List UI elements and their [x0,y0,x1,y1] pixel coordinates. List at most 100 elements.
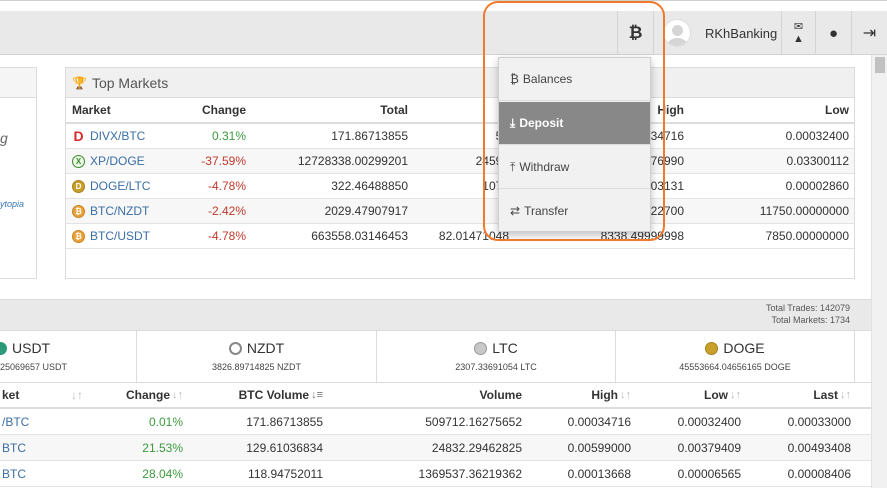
market-cell: ₿ BTC/NZDT [72,199,149,223]
column-header-label: BTC Volume [238,388,310,402]
xp-icon: X [72,154,85,168]
coin-name: NZDT [246,340,285,356]
low-cell: 0.00032400 [785,129,849,143]
change-cell: -4.78% [207,179,246,193]
table-row[interactable]: X XP/DOGE -37.59% 12728338.00299201 24593… [66,149,854,174]
market-link[interactable]: BTC/NZDT [90,204,149,218]
table-row[interactable]: /BTC 0.01% 171.86713855 509712.16275652 … [0,409,871,435]
markets-summary-header: Total Trades: 142079 Total Markets: 1734 [0,300,871,331]
coin-tab-title: LTC [377,340,615,356]
column-header-change[interactable]: Change [202,98,246,122]
coin-name: DOGE [723,340,765,356]
total-cell: 663558.03146453 [311,229,408,243]
column-header-low[interactable]: Low ↓↑ [704,383,741,407]
column-header-btc-volume[interactable]: BTC Volume ↓≡ [239,383,323,407]
column-header-market[interactable]: Market [72,98,111,122]
top-markets-header: 🏆 Top Markets [66,68,854,98]
low-cell: 0.00002860 [785,179,849,193]
column-header-volume[interactable]: Volume [480,383,522,407]
market-link[interactable]: DIVX/BTC [90,129,145,143]
vertical-scrollbar[interactable] [871,55,887,488]
low-cell: 0.00379409 [677,440,741,455]
coin-volume: 2307.33691054 LTC [455,362,537,372]
market-link[interactable]: XP/DOGE [90,154,145,168]
market-cell: D DIVX/BTC [72,124,145,148]
top-markets-panel: 🏆 Top Markets Market Change Total High L… [65,67,855,279]
coin-volume: 3826.89714825 NZDT [211,362,302,372]
menu-item-transfer[interactable]: ⇄ Transfer [499,189,650,232]
column-header-high[interactable]: High [657,98,684,122]
nzdt-icon [228,341,242,355]
change-cell: 0.01% [148,414,183,429]
column-header-market[interactable]: ket [2,383,19,407]
bitcoin-icon[interactable]: ₿ [617,11,653,55]
column-header-low[interactable]: Low [825,98,849,122]
btc-icon: ₿ [72,229,85,243]
doge-icon: D [72,179,85,193]
menu-item-balances[interactable]: ₿ Balances [499,58,650,101]
scrollbar-thumb[interactable] [875,57,885,73]
change-cell: -4.78% [207,229,246,243]
change-cell: 0.31% [211,129,246,143]
coin-volume: 45553664.04656165 DOGE [679,362,791,372]
volume-cell: 24832.29462825 [431,440,522,455]
volume-cell: 509712.16275652 [425,414,522,429]
column-header-label: Low [704,388,728,402]
exchange-icon: ⇄ [510,203,521,218]
coin-tab-usdt[interactable]: USDT 25069657 USDT [0,331,137,383]
sign-out-icon[interactable]: ⇥ [851,11,887,55]
btc-volume-cell: 129.61036834 [246,440,323,455]
low-cell: 7850.00000000 [765,229,849,243]
change-cell: 28.04% [142,466,183,481]
envelope-warning-icon[interactable]: ✉ ▲ [781,11,815,55]
doge-icon [705,341,719,355]
change-cell: -37.59% [201,154,246,168]
menu-item-deposit[interactable]: ⤓ Deposit [499,102,650,145]
total-cell: 2029.47907917 [324,204,408,218]
user-menu[interactable]: RKhBanking [653,11,781,55]
market-link[interactable]: BTC/USDT [90,229,150,243]
envelope-icon: ✉ [793,21,804,33]
total-cell: 171.86713855 [331,129,408,143]
menu-item-label: Balances [522,72,573,86]
column-header-total[interactable]: Total [380,98,408,122]
market-cell: D DOGE/LTC [72,174,150,198]
coin-tab-nzdt[interactable]: NZDT 3826.89714825 NZDT [137,331,377,383]
column-header-last[interactable]: Last ↓↑ [813,383,851,407]
menu-item-withdraw[interactable]: ⤒ Withdraw [499,146,650,189]
market-link[interactable]: BTC [2,435,26,460]
sort-icon: ↓↑ [172,389,183,401]
left-panel-link[interactable]: ytopia [0,199,24,209]
table-row[interactable]: BTC 28.04% 118.94752011 1369537.36219362… [0,461,871,487]
market-link[interactable]: BTC [2,461,26,486]
totals-info: Total Trades: 142079 Total Markets: 1734 [766,302,850,326]
table-row[interactable]: DDIVX/BTC 0.31% 171.86713855 50 0.000347… [66,124,854,149]
total-trades: Total Trades: 142079 [765,303,850,313]
left-panel [0,67,37,279]
table-header-row: Market Change Total High Low [66,98,854,124]
top-markets-title: Top Markets [91,74,169,91]
sort-icon[interactable]: ↓↑ [71,383,83,407]
column-header-change[interactable]: Change ↓↑ [126,383,183,407]
table-row[interactable]: D DOGE/LTC -4.78% 322.46488850 1078 0.000… [66,174,854,199]
last-cell: 0.00008406 [787,466,851,481]
btc-icon: ₿ [72,204,85,218]
table-row[interactable]: ₿ BTC/NZDT -2.42% 2029.47907917 3.2542270… [66,199,854,224]
coin-tab-ltc[interactable]: LTC 2307.33691054 LTC [377,331,616,383]
left-panel-header [0,68,36,98]
table-row[interactable]: ₿ BTC/USDT -4.78% 663558.03146453 82.0147… [66,224,854,249]
warning-icon: ▲ [793,33,804,45]
btc-volume-cell: 118.94752011 [248,466,323,481]
market-link[interactable]: DOGE/LTC [90,179,150,193]
trophy-icon: 🏆 [72,75,87,90]
market-link[interactable]: /BTC [2,409,29,434]
high-cell: 0.00599000 [567,440,631,455]
column-header-high[interactable]: High ↓↑ [591,383,631,407]
lightbulb-icon[interactable]: ● [815,11,851,55]
column-header-label: Change [125,388,170,402]
volume-cell: 1369537.36219362 [418,466,522,481]
coin-tab-doge[interactable]: DOGE 45553664.04656165 DOGE [616,331,855,383]
table-row[interactable]: BTC 21.53% 129.61036834 24832.29462825 0… [0,435,871,461]
avatar [663,19,691,47]
last-cell: 0.00033000 [787,414,851,429]
